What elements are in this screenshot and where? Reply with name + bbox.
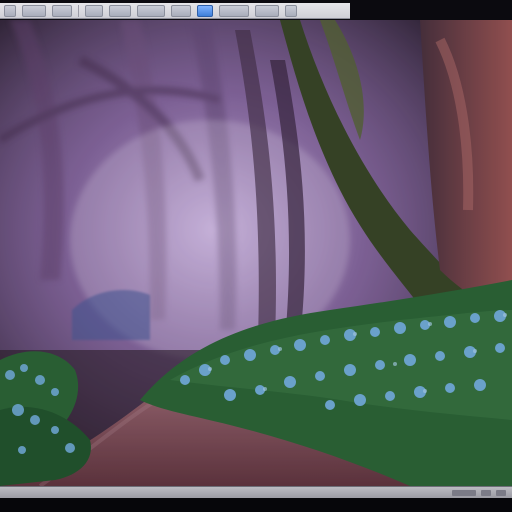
window-menu-button[interactable] [219, 4, 249, 17]
grid-toggle[interactable] [481, 489, 491, 496]
filters-menu-button[interactable] [171, 4, 191, 17]
toolbar [0, 3, 350, 19]
app-icon[interactable] [4, 4, 16, 17]
tools-menu-button[interactable] [197, 4, 213, 17]
file-menu-button[interactable] [22, 4, 46, 17]
zoom-indicator[interactable] [452, 489, 476, 496]
view-menu-button[interactable] [85, 4, 103, 17]
toolbar-separator [78, 4, 79, 17]
edit-menu-button[interactable] [52, 4, 72, 17]
forest-painting [0, 20, 512, 486]
fit-to-window-button[interactable] [496, 489, 506, 496]
image-menu-button[interactable] [109, 4, 131, 17]
bottom-border [0, 498, 512, 512]
help-menu-button[interactable] [255, 4, 279, 17]
close-icon[interactable] [285, 4, 297, 17]
image-canvas[interactable] [0, 20, 512, 486]
status-bar [0, 486, 512, 498]
layer-menu-button[interactable] [137, 4, 165, 17]
